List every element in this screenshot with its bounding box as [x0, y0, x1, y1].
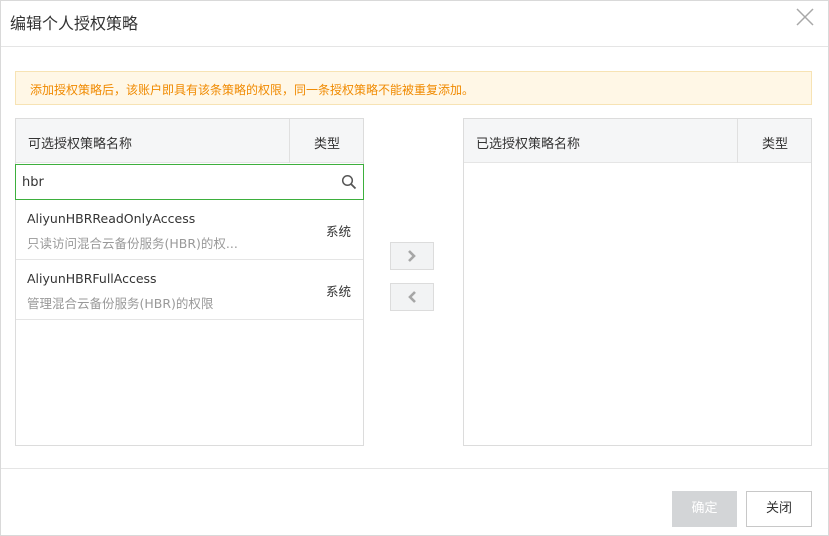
column-header-type-cell: 类型 [289, 119, 363, 163]
move-left-button[interactable] [390, 283, 434, 311]
policy-search-box [15, 164, 364, 200]
column-header-type-cell: 类型 [737, 119, 811, 163]
available-policies-header: 可选授权策略名称 类型 [16, 119, 363, 163]
policy-name: AliyunHBRReadOnlyAccess [27, 211, 196, 226]
column-header-type: 类型 [761, 137, 788, 152]
close-dialog-button[interactable]: 关闭 [746, 491, 812, 527]
available-policies-list: AliyunHBRReadOnlyAccess 只读访问混合云备份服务(HBR)… [16, 200, 363, 320]
move-right-button[interactable] [390, 242, 434, 270]
edit-policy-dialog: 编辑个人授权策略 添加授权策略后，该账户即具有该条策略的权限，同一条授权策略不能… [0, 0, 829, 536]
footer-divider [1, 468, 828, 469]
column-header-type: 类型 [313, 137, 340, 152]
policy-type: 系统 [325, 224, 351, 239]
notice-text: 添加授权策略后，该账户即具有该条策略的权限，同一条授权策略不能被重复添加。 [30, 83, 475, 97]
chevron-left-icon [408, 291, 416, 303]
notice-banner: 添加授权策略后，该账户即具有该条策略的权限，同一条授权策略不能被重复添加。 [15, 71, 812, 105]
chevron-right-icon [408, 250, 416, 262]
available-policies-panel: 可选授权策略名称 类型 AliyunHBRReadOnlyAccess 只读访问… [15, 118, 364, 446]
selected-policies-header: 已选授权策略名称 类型 [464, 119, 811, 163]
list-item[interactable]: AliyunHBRFullAccess 管理混合云备份服务(HBR)的权限 系统 [16, 260, 363, 320]
close-button[interactable] [794, 6, 816, 28]
dialog-title: 编辑个人授权策略 [10, 14, 139, 33]
policy-description: 只读访问混合云备份服务(HBR)的权... [27, 236, 238, 251]
policy-search-input[interactable] [22, 171, 332, 193]
list-item[interactable]: AliyunHBRReadOnlyAccess 只读访问混合云备份服务(HBR)… [16, 200, 363, 260]
column-header-selected-policy-name: 已选授权策略名称 [476, 137, 581, 152]
close-icon [796, 8, 814, 26]
policy-description: 管理混合云备份服务(HBR)的权限 [27, 296, 214, 311]
policy-name: AliyunHBRFullAccess [27, 271, 157, 286]
search-icon[interactable] [341, 174, 357, 190]
column-header-policy-name: 可选授权策略名称 [28, 137, 133, 152]
confirm-button[interactable]: 确定 [672, 491, 737, 527]
dialog-header: 编辑个人授权策略 [1, 1, 828, 47]
policy-type: 系统 [325, 284, 351, 299]
selected-policies-panel: 已选授权策略名称 类型 [463, 118, 812, 446]
